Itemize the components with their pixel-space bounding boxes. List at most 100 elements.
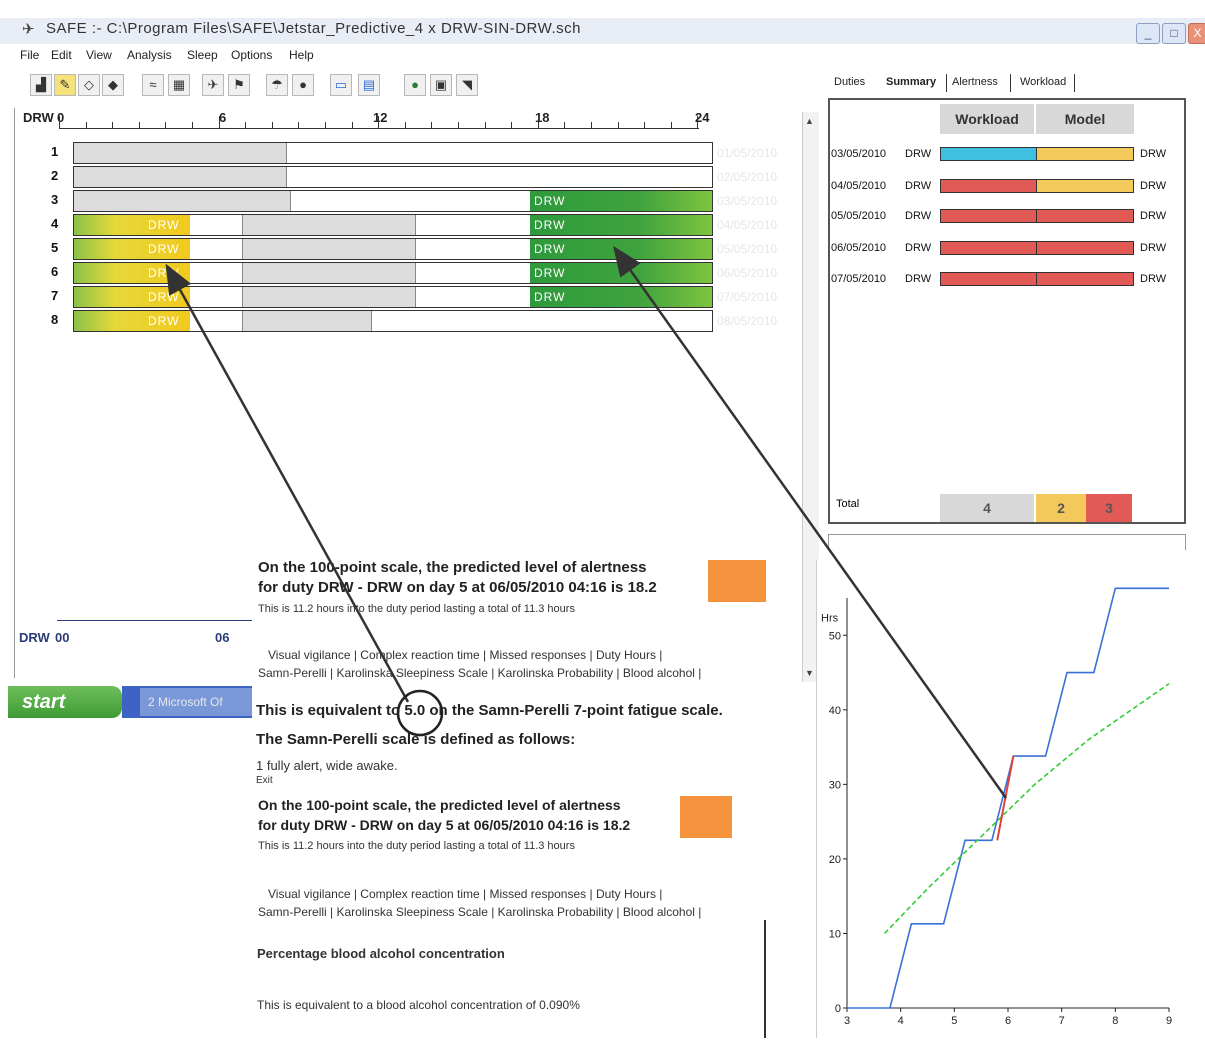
tab-workload[interactable]: Workload [1020, 76, 1066, 88]
lower-ruler-label-06: 06 [215, 630, 230, 645]
plane-icon[interactable]: ✈ [202, 74, 224, 96]
popup-subtext: This is 11.2 hours into the duty period … [258, 603, 575, 615]
taskbar-item[interactable]: 2 Microsoft Of [140, 688, 252, 716]
model-bar[interactable] [1036, 272, 1134, 286]
duty-block[interactable]: DRW [74, 215, 190, 235]
monitor-icon[interactable]: ▭ [330, 74, 352, 96]
moon-icon[interactable]: ● [292, 74, 314, 96]
workload-bar[interactable] [940, 179, 1038, 193]
model-bar[interactable] [1036, 241, 1134, 255]
bar-chart-icon[interactable]: ▟ [30, 74, 52, 96]
menu-analysis[interactable]: Analysis [127, 48, 172, 62]
duty-row[interactable]: DRW DRW [73, 262, 713, 284]
duty-row[interactable] [73, 142, 713, 164]
tab-summary[interactable]: Summary [886, 76, 936, 88]
scroll-up-icon[interactable]: ▲ [805, 116, 814, 126]
suitcase-icon[interactable]: ▣ [430, 74, 452, 96]
sleep-icon[interactable]: ☂ [266, 74, 288, 96]
summary-from: DRW [905, 210, 932, 222]
ruler-tick [59, 116, 60, 128]
exit-link[interactable]: Exit [256, 775, 273, 786]
wave-icon[interactable]: ≈ [142, 74, 164, 96]
duty-block[interactable]: DRW [74, 239, 190, 259]
flag-icon[interactable]: ⚑ [228, 74, 250, 96]
summary-to: DRW [1140, 242, 1167, 254]
sleep-block[interactable] [74, 143, 287, 163]
duty-block[interactable]: DRW [530, 287, 712, 307]
duty-block[interactable]: DRW [74, 311, 190, 331]
total-green: 4 [940, 494, 1034, 522]
sleep-block[interactable] [74, 191, 291, 211]
duty-row[interactable]: DRW DRW [73, 286, 713, 308]
workload-bar[interactable] [940, 272, 1038, 286]
globe-icon[interactable]: ● [404, 74, 426, 96]
summary-date: 04/05/2010 [831, 180, 887, 192]
duty-block[interactable]: DRW [530, 215, 712, 235]
pencil-icon[interactable]: ✎ [54, 74, 76, 96]
sleep-block[interactable] [242, 311, 372, 331]
close-button[interactable]: X [1188, 23, 1205, 44]
row-date: 03/05/2010 [717, 194, 778, 208]
series-line [883, 683, 1170, 935]
duty-block[interactable]: DRW [74, 287, 190, 307]
duty-row[interactable]: DRW [73, 310, 713, 332]
summary-to: DRW [1140, 210, 1167, 222]
popup-subtext: This is 11.2 hours into the duty period … [258, 840, 575, 852]
duty-block[interactable]: DRW [74, 263, 190, 283]
ruler-tick [378, 116, 380, 128]
row-number: 1 [51, 144, 59, 159]
model-column-header[interactable]: Model [1036, 104, 1134, 134]
start-button[interactable]: start [8, 686, 122, 718]
sleep-block[interactable] [242, 263, 416, 283]
menu-file[interactable]: File [20, 48, 39, 62]
workload-bar[interactable] [940, 147, 1038, 161]
scroll-down-icon[interactable]: ▼ [805, 668, 814, 678]
x-tick-label: 5 [951, 1015, 957, 1027]
sheet-icon[interactable]: ▦ [168, 74, 190, 96]
popup-tabs-row1[interactable]: Visual vigilance | Complex reaction time… [268, 648, 662, 662]
model-bar[interactable] [1036, 147, 1134, 161]
paint-icon[interactable]: ◆ [102, 74, 124, 96]
lower-ruler-prefix: DRW [19, 630, 50, 645]
grid-icon[interactable]: ▤ [358, 74, 380, 96]
popup-tabs-row2[interactable]: Samn-Perelli | Karolinska Sleepiness Sca… [258, 666, 701, 680]
sleep-block[interactable] [74, 167, 287, 187]
duty-block[interactable]: DRW [530, 191, 712, 211]
x-tick-label: 6 [1005, 1015, 1011, 1027]
workload-column-header[interactable]: Workload [940, 104, 1034, 134]
duty-block[interactable]: DRW [530, 239, 712, 259]
eraser-icon[interactable]: ◇ [78, 74, 100, 96]
menu-sleep[interactable]: Sleep [187, 48, 218, 62]
blood-alcohol-text: This is equivalent to a blood alcohol co… [257, 998, 580, 1012]
duty-row[interactable] [73, 166, 713, 188]
row-number: 4 [51, 216, 59, 231]
popup-tabs-row2[interactable]: Samn-Perelli | Karolinska Sleepiness Sca… [258, 905, 701, 919]
duty-row[interactable]: DRW [73, 190, 713, 212]
y-tick-label: 30 [829, 779, 841, 791]
popup-heading-line1: On the 100-point scale, the predicted le… [258, 797, 621, 813]
scale-definition-heading: The Samn-Perelli scale is defined as fol… [256, 731, 576, 748]
duty-label: DRW [534, 218, 566, 232]
tail-icon[interactable]: ◥ [456, 74, 478, 96]
workload-bar[interactable] [940, 241, 1038, 255]
sleep-block[interactable] [242, 287, 416, 307]
popup-tabs-row1[interactable]: Visual vigilance | Complex reaction time… [268, 887, 662, 901]
model-bar[interactable] [1036, 209, 1134, 223]
model-bar[interactable] [1036, 179, 1134, 193]
menu-view[interactable]: View [86, 48, 112, 62]
tab-alertness[interactable]: Alertness [952, 76, 998, 88]
samn-perelli-equivalence: This is equivalent to 5.0 on the Samn-Pe… [256, 702, 723, 719]
duty-row[interactable]: DRW DRW [73, 214, 713, 236]
workload-bar[interactable] [940, 209, 1038, 223]
sleep-block[interactable] [242, 215, 416, 235]
duty-row[interactable]: DRW DRW [73, 238, 713, 260]
tab-duties[interactable]: Duties [834, 76, 865, 88]
menu-edit[interactable]: Edit [51, 48, 72, 62]
menu-help[interactable]: Help [289, 48, 314, 62]
sleep-block[interactable] [242, 239, 416, 259]
maximize-button[interactable]: □ [1162, 23, 1186, 44]
menu-options[interactable]: Options [231, 48, 272, 62]
duty-block[interactable]: DRW [530, 263, 712, 283]
minimize-button[interactable]: _ [1136, 23, 1160, 44]
x-tick-label: 3 [844, 1015, 850, 1027]
